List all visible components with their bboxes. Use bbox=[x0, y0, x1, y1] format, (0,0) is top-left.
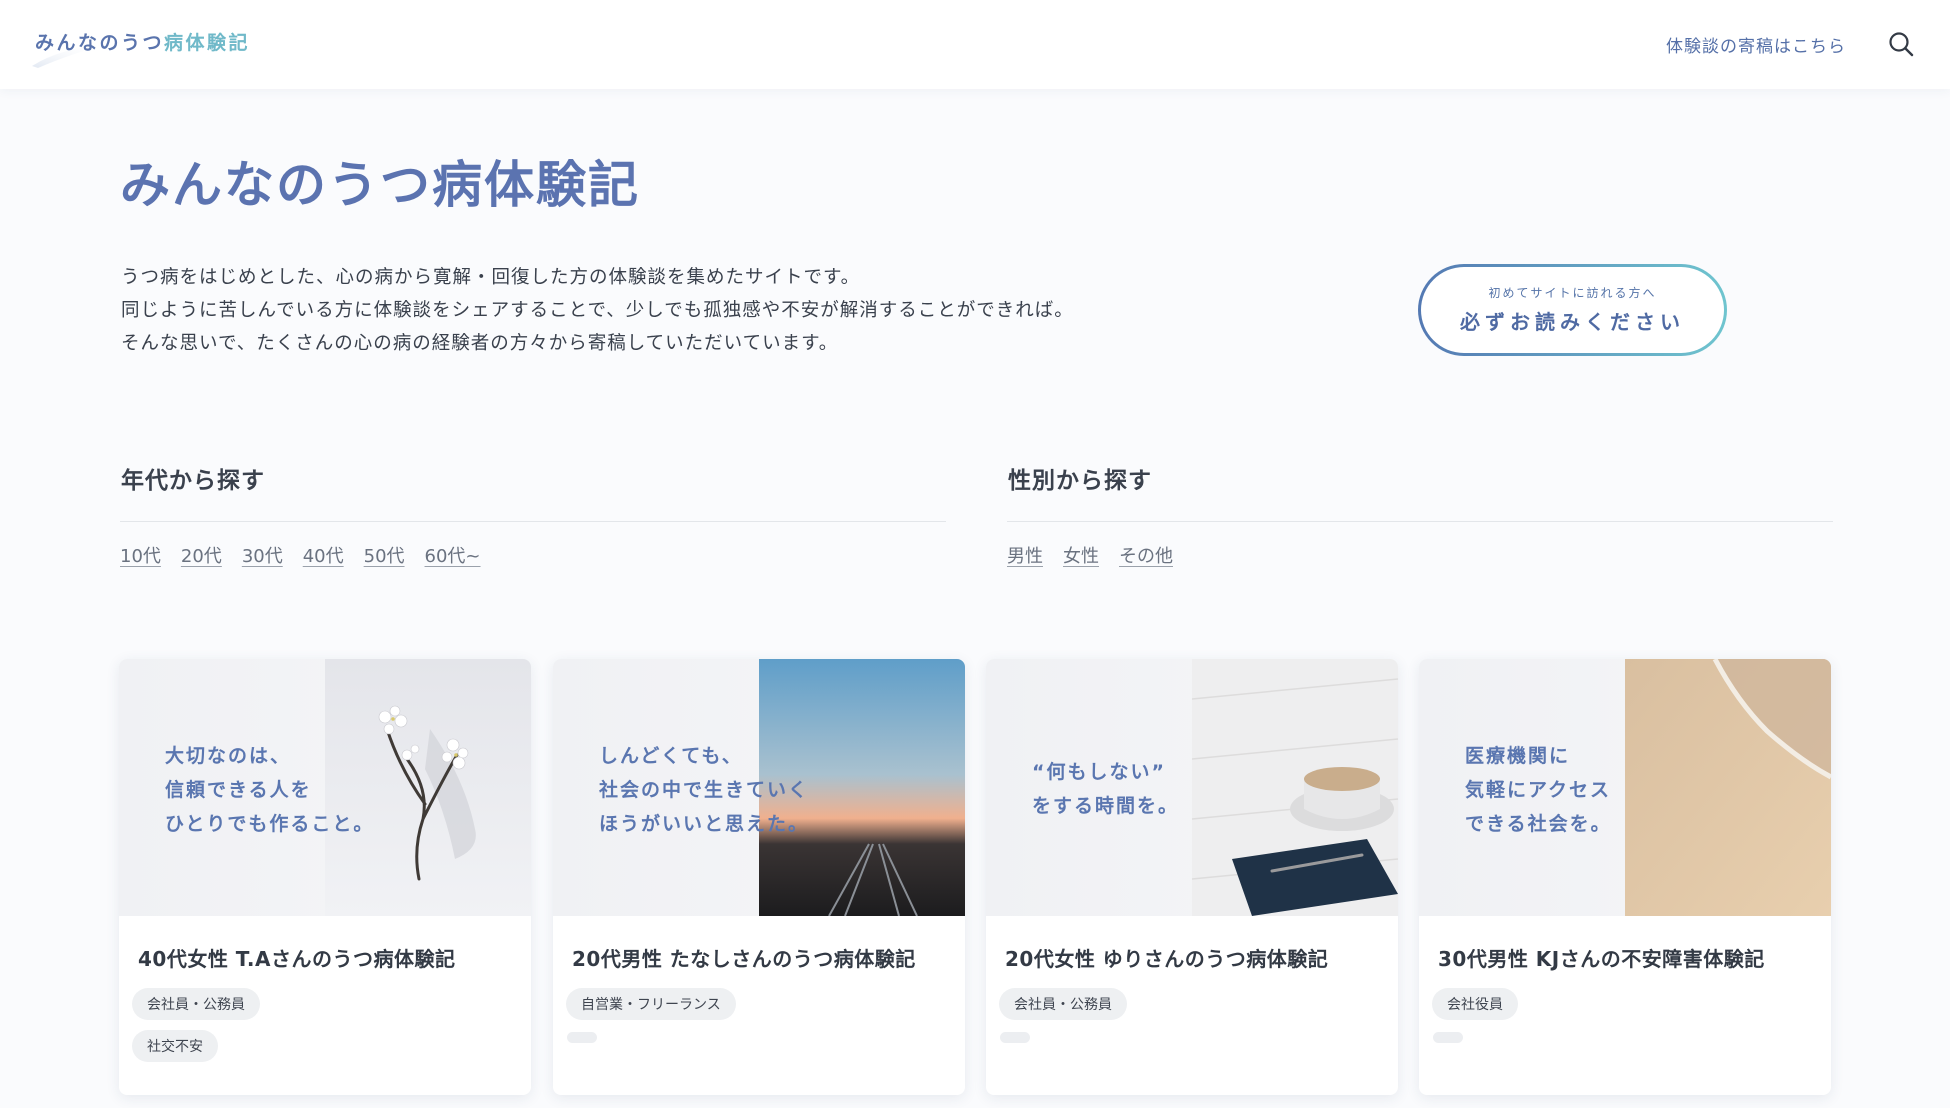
story-card[interactable]: 医療機関に 気軽にアクセス できる社会を。 30代男性 KJさんの不安障害体験記… bbox=[1419, 659, 1831, 1095]
intro-line: 同じように苦しんでいる方に体験談をシェアすることで、少しでも孤独感や不安が解消す… bbox=[121, 300, 1074, 321]
read-first-button[interactable]: 初めてサイトに訪れる方へ 必ずお読みください bbox=[1418, 264, 1727, 356]
card-tags: 会社員・公務員 社交不安 bbox=[132, 988, 531, 1062]
card-thumbnail: しんどくても、 社会の中で生きていく ほうがいいと思えた。 bbox=[553, 659, 965, 916]
gender-filter-links: 男性 女性 その他 bbox=[1007, 542, 1833, 568]
divider bbox=[120, 521, 946, 522]
tag-occupation[interactable]: 会社役員 bbox=[1432, 988, 1518, 1020]
tag-placeholder bbox=[1433, 1032, 1463, 1043]
logo-text-main: みんなのうつ bbox=[35, 32, 165, 54]
card-tags: 自営業・フリーランス bbox=[566, 988, 965, 1043]
story-card[interactable]: しんどくても、 社会の中で生きていく ほうがいいと思えた。 20代男性 たなしさ… bbox=[553, 659, 965, 1095]
age-filter-title: 年代から探す bbox=[121, 468, 265, 494]
age-link-30s[interactable]: 30代 bbox=[242, 542, 283, 568]
story-card[interactable]: 大切なのは、 信頼できる人を ひとりでも作ること。 40代女性 T.Aさんのうつ… bbox=[119, 659, 531, 1095]
tag-placeholder bbox=[567, 1032, 597, 1043]
coffee-notebook-photo bbox=[1192, 659, 1398, 916]
card-quote: “何もしない” をする時間を。 bbox=[1032, 761, 1180, 817]
age-link-20s[interactable]: 20代 bbox=[181, 542, 222, 568]
tag-placeholder bbox=[1000, 1032, 1030, 1043]
read-first-button-body: 初めてサイトに訪れる方へ 必ずお読みください bbox=[1421, 267, 1724, 353]
card-title: 20代男性 たなしさんのうつ病体験記 bbox=[572, 947, 916, 971]
gender-filter: 性別から探す 男性 女性 その他 bbox=[1007, 461, 1833, 568]
card-quote: しんどくても、 社会の中で生きていく ほうがいいと思えた。 bbox=[599, 745, 810, 835]
card-thumbnail: 大切なのは、 信頼できる人を ひとりでも作ること。 bbox=[119, 659, 531, 916]
search-icon[interactable] bbox=[1888, 31, 1914, 57]
read-first-button-sub: 初めてサイトに訪れる方へ bbox=[1488, 286, 1657, 300]
card-quote: 医療機関に 気軽にアクセス できる社会を。 bbox=[1465, 745, 1612, 835]
age-link-60s-plus[interactable]: 60代~ bbox=[425, 542, 481, 568]
age-link-50s[interactable]: 50代 bbox=[364, 542, 405, 568]
card-tags: 会社役員 bbox=[1432, 988, 1831, 1043]
site-header: みんなのうつ病体験記 体験談の寄稿はこちら bbox=[0, 0, 1950, 89]
beach-shore-photo bbox=[1625, 659, 1831, 916]
card-title: 20代女性 ゆりさんのうつ病体験記 bbox=[1005, 947, 1329, 971]
card-thumbnail: 医療機関に 気軽にアクセス できる社会を。 bbox=[1419, 659, 1831, 916]
card-tags: 会社員・公務員 bbox=[999, 988, 1398, 1043]
page-title: みんなのうつ病体験記 bbox=[120, 156, 640, 214]
tag-occupation[interactable]: 会社員・公務員 bbox=[999, 988, 1127, 1020]
card-thumbnail: “何もしない” をする時間を。 bbox=[986, 659, 1398, 916]
gender-link-female[interactable]: 女性 bbox=[1063, 542, 1099, 568]
gender-link-other[interactable]: その他 bbox=[1119, 542, 1173, 568]
tag-occupation[interactable]: 自営業・フリーランス bbox=[566, 988, 736, 1020]
logo-text-accent: 病体験記 bbox=[164, 32, 251, 54]
card-quote: 大切なのは、 信頼できる人を ひとりでも作ること。 bbox=[165, 745, 375, 835]
age-link-40s[interactable]: 40代 bbox=[303, 542, 344, 568]
age-filter: 年代から探す 10代 20代 30代 40代 50代 60代~ bbox=[120, 461, 946, 568]
read-first-button-label: 必ずお読みください bbox=[1460, 310, 1685, 334]
site-logo[interactable]: みんなのうつ病体験記 bbox=[35, 28, 250, 55]
divider bbox=[1007, 521, 1833, 522]
tag-condition[interactable]: 社交不安 bbox=[132, 1030, 218, 1062]
contribute-link[interactable]: 体験談の寄稿はこちら bbox=[1666, 32, 1846, 57]
card-title: 30代男性 KJさんの不安障害体験記 bbox=[1438, 947, 1765, 971]
age-link-10s[interactable]: 10代 bbox=[120, 542, 161, 568]
intro-text: うつ病をはじめとした、心の病から寛解・回復した方の体験談を集めたサイトです。 同… bbox=[121, 261, 1074, 360]
story-card[interactable]: “何もしない” をする時間を。 20代女性 ゆりさんのうつ病体験記 会社員・公務… bbox=[986, 659, 1398, 1095]
intro-line: うつ病をはじめとした、心の病から寛解・回復した方の体験談を集めたサイトです。 bbox=[121, 267, 861, 288]
gender-link-male[interactable]: 男性 bbox=[1007, 542, 1043, 568]
gender-filter-title: 性別から探す bbox=[1008, 468, 1152, 494]
intro-line: そんな思いで、たくさんの心の病の経験者の方々から寄稿していただいています。 bbox=[121, 333, 839, 354]
age-filter-links: 10代 20代 30代 40代 50代 60代~ bbox=[120, 542, 946, 568]
card-title: 40代女性 T.Aさんのうつ病体験記 bbox=[138, 947, 456, 971]
tag-occupation[interactable]: 会社員・公務員 bbox=[132, 988, 260, 1020]
